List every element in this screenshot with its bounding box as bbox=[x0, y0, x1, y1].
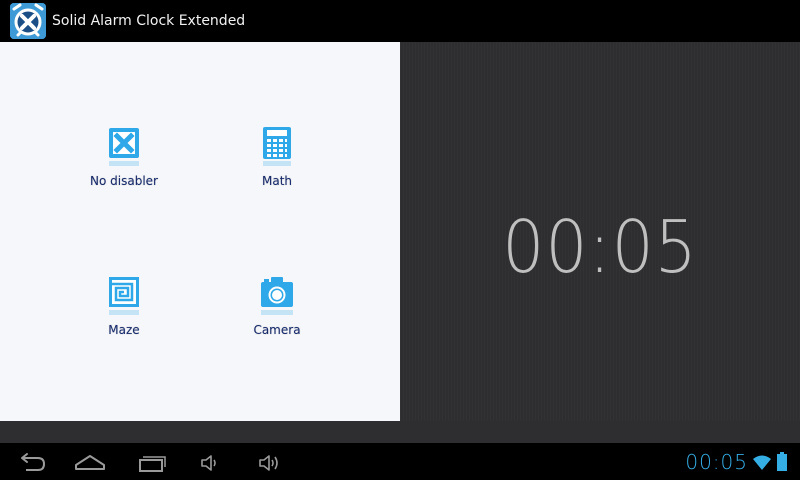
back-icon bbox=[21, 453, 46, 471]
clock-panel: 00:05 bbox=[400, 42, 800, 421]
recent-apps-icon bbox=[139, 456, 166, 472]
status-clock[interactable]: 00:05 bbox=[685, 450, 748, 474]
disabler-panel: No disabler Math Maze Camera bbox=[0, 42, 400, 421]
action-bar: Solid Alarm Clock Extended bbox=[0, 0, 800, 42]
volume-up-button[interactable] bbox=[250, 449, 290, 475]
disabler-option-math[interactable]: Math bbox=[217, 126, 337, 206]
wifi-icon bbox=[752, 453, 772, 471]
no-disabler-icon bbox=[107, 126, 141, 168]
back-button[interactable] bbox=[12, 449, 52, 475]
screen: Solid Alarm Clock Extended No disabler M… bbox=[0, 0, 800, 480]
battery-icon bbox=[776, 452, 788, 472]
home-icon bbox=[75, 455, 105, 470]
app-alarm-icon[interactable] bbox=[10, 3, 46, 39]
volume-down-button[interactable] bbox=[190, 449, 230, 475]
volume-down-icon bbox=[201, 455, 216, 471]
disabler-option-camera[interactable]: Camera bbox=[217, 275, 337, 355]
disabler-option-maze[interactable]: Maze bbox=[64, 275, 184, 355]
disabler-label: Camera bbox=[253, 323, 301, 337]
volume-up-icon bbox=[259, 455, 278, 471]
disabler-label: Math bbox=[261, 174, 293, 188]
disabler-label: No disabler bbox=[90, 174, 158, 188]
app-title: Solid Alarm Clock Extended bbox=[52, 13, 246, 29]
clock-time: 00:05 bbox=[502, 205, 698, 289]
recent-apps-button[interactable] bbox=[130, 449, 170, 475]
camera-icon bbox=[260, 275, 294, 317]
disabler-label: Maze bbox=[108, 323, 140, 337]
bottom-strip bbox=[0, 421, 800, 443]
calculator-icon bbox=[260, 126, 294, 168]
system-bar: 00:05 bbox=[0, 443, 800, 480]
home-button[interactable] bbox=[70, 449, 110, 475]
maze-icon bbox=[107, 275, 141, 317]
disabler-option-no-disabler[interactable]: No disabler bbox=[64, 126, 184, 206]
